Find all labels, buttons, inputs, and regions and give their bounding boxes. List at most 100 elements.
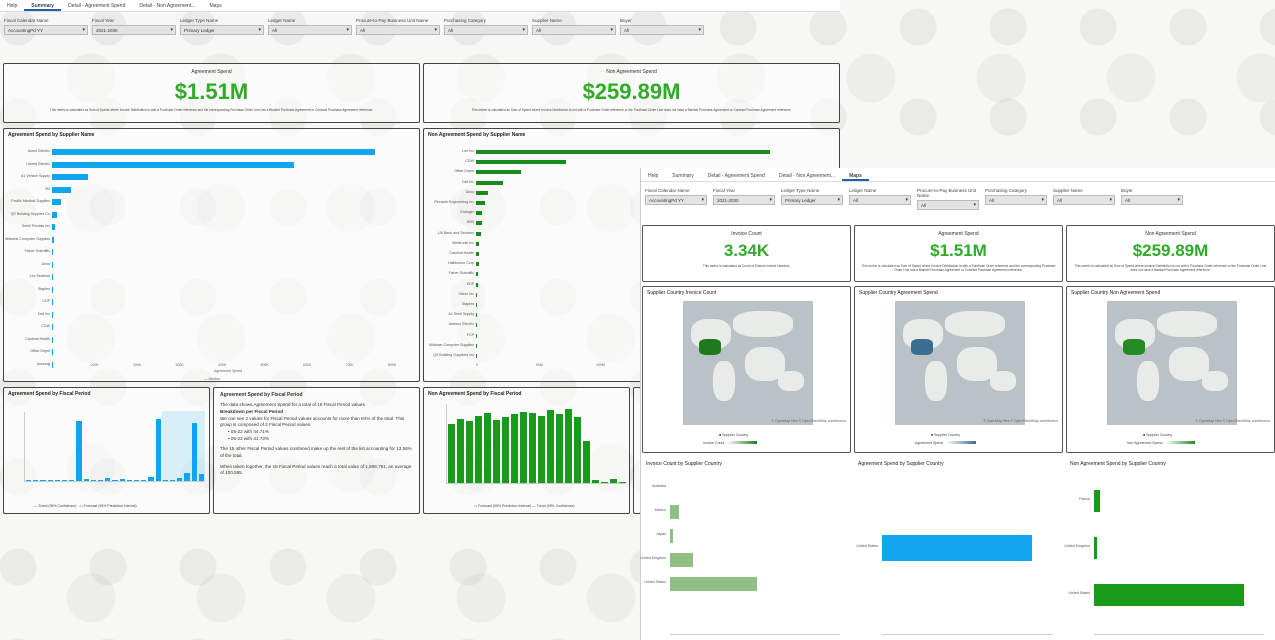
filter-select[interactable]: Primary Ledger (781, 195, 843, 205)
bar (476, 292, 478, 297)
supplier-label: Midwest Computer Supplies (5, 236, 50, 241)
supplier-label: Fisher Scientific (24, 249, 50, 253)
bar (476, 231, 481, 236)
filter-5: Purchasing Category All (444, 18, 528, 35)
filter-label: Fiscal Calendar Name (645, 188, 690, 193)
map-canvas[interactable] (683, 301, 813, 425)
overlay-tab-3[interactable]: Detail - Non Agreement... (772, 170, 842, 181)
supplier-label: Lee Inc (462, 149, 474, 153)
chart-title: Non Agreement Spend by Fiscal Period (428, 391, 522, 397)
filter-select[interactable]: 2021-2030 (713, 195, 775, 205)
highlight-country (911, 339, 933, 355)
supplier-label: Staples (38, 286, 50, 291)
map-title: Supplier Country Agreement Spend (859, 290, 938, 296)
map-canvas[interactable] (895, 301, 1025, 425)
tab-3[interactable]: Detail - Non Agreement... (132, 0, 202, 11)
map-canvas[interactable] (1107, 301, 1237, 425)
filter-select[interactable]: All (985, 195, 1047, 205)
filter-label: Procure-to-Pay Business Unit Name (356, 18, 429, 23)
x-tick-label: 100K (90, 363, 99, 367)
landmass (990, 371, 1016, 391)
chart-title: Agreement Spend by Supplier Name (8, 132, 95, 138)
filter-select[interactable]: All (532, 25, 616, 35)
kpi-title: Invoice Count (731, 231, 762, 237)
legend-gradient (1165, 441, 1196, 444)
agreement-by-supplier-chart: Agreement Spend by Supplier Name Acme El… (3, 128, 420, 382)
bar (52, 161, 295, 168)
filter-select[interactable]: AccountingPd YY (4, 25, 88, 35)
bar (52, 199, 62, 205)
bar (52, 174, 89, 180)
filter-1: Fiscal Year 2021-2030 (92, 18, 176, 35)
overlay-tab-1[interactable]: Summary (665, 170, 700, 181)
filter-select[interactable]: 2021-2030 (92, 25, 176, 35)
overlay-tab-0[interactable]: Help (641, 170, 665, 181)
filter-select[interactable]: All (268, 25, 352, 35)
map-legend-scale: Agreement Spend (915, 441, 977, 445)
filter-select[interactable]: All (620, 25, 704, 35)
bar (62, 480, 68, 481)
filter-label: Ledger Name (849, 188, 877, 193)
filter-select[interactable]: Primary Ledger (180, 25, 264, 35)
kpi-value: $259.89M (1132, 241, 1209, 260)
bar (476, 252, 479, 256)
category-label: United Kingdom (640, 556, 666, 560)
supplier-label: 3M (45, 186, 50, 191)
filter-select[interactable]: All (917, 200, 979, 210)
supplier-label: Office Depot (30, 349, 50, 353)
filter-select[interactable]: All (849, 195, 911, 205)
supplier-label: EDF (466, 281, 474, 286)
map-legend: ■ Supplier Country (1143, 433, 1173, 437)
landmass (945, 311, 1005, 337)
bar (476, 211, 482, 216)
bar (556, 414, 563, 483)
supplier-label: Midtown Computer Supplies (429, 342, 474, 347)
chart-title: Non Agreement Spend by Supplier Name (428, 132, 526, 138)
bar (52, 261, 54, 268)
overlay-bar-panel: Agreement Spend by Supplier Country Unite… (854, 458, 1063, 640)
bar (476, 241, 479, 246)
tab-1[interactable]: Summary (24, 0, 62, 11)
kpi-non-agreement-spend: Non Agreement Spend $259.89M This metric… (423, 63, 840, 123)
filter-select[interactable]: All (1121, 195, 1183, 205)
landmass (925, 361, 947, 401)
map-attribution: © OpenMapTiles © OpenStreetMap contribut… (771, 419, 846, 423)
landmass (713, 361, 735, 401)
map-legend-scale: Non Agreement Spend (1127, 441, 1196, 445)
kpi-agreement-spend: Agreement Spend $1.51M This metric is ca… (3, 63, 420, 123)
supplier-label: Fisher Scientific (448, 271, 474, 276)
filter-select[interactable]: All (1053, 195, 1115, 205)
tab-4[interactable]: Maps (203, 0, 229, 11)
tab-0[interactable]: Help (0, 0, 24, 11)
bar (574, 417, 581, 483)
bar (134, 480, 140, 481)
filter-6: Supplier Name All (532, 18, 616, 35)
bar (1094, 537, 1097, 559)
legend-item: Trend (95% Confidence) (536, 504, 575, 508)
bar (52, 324, 53, 330)
overlay-tab-4[interactable]: Maps (842, 170, 869, 181)
kpi-title: Non Agreement Spend (1145, 231, 1196, 237)
supplier-label: Halliburton Corp (448, 261, 474, 266)
bar (520, 411, 527, 483)
bar (529, 413, 536, 483)
overlay-tab-2[interactable]: Detail - Agreement Spend (701, 170, 772, 181)
bar (119, 479, 125, 481)
filter-bar: Fiscal Calendar NameAccountingPd YYFisca… (4, 18, 704, 35)
tab-2[interactable]: Detail - Agreement Spend (61, 0, 132, 11)
legend-item: Forecast (95% Prediction Interval) (83, 504, 137, 508)
filter-1: Fiscal Year 2021-2030 (713, 188, 775, 210)
kpi-description: This metric is calculated as Sum of Spen… (1074, 264, 1267, 272)
overlay-kpi-card: Non Agreement Spend $259.89M This metric i… (1066, 225, 1275, 282)
overlay-map-panel: Supplier Country Non Agreement Spend © Op… (1066, 286, 1275, 453)
chart-title: Agreement Spend by Fiscal Period (8, 391, 91, 397)
filter-0: Fiscal Calendar Name AccountingPd YY (645, 188, 707, 210)
legend-item: Supplier Country (722, 433, 749, 437)
chart-title: Agreement Spend by Supplier Country (858, 461, 944, 467)
filter-select[interactable]: AccountingPd YY (645, 195, 707, 205)
bar (601, 481, 608, 483)
filter-select[interactable]: All (356, 25, 440, 35)
supplier-label: Smith Rentals Inc (21, 224, 50, 228)
bar (670, 553, 693, 567)
filter-select[interactable]: All (444, 25, 528, 35)
